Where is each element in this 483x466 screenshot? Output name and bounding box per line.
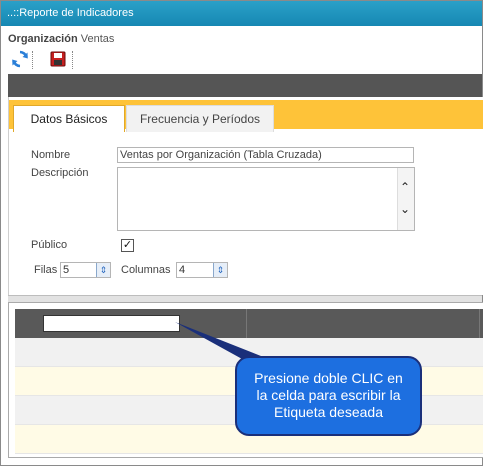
callout-line-1: Presione doble CLIC en xyxy=(254,370,403,386)
callout-line-3: Etiqueta deseada xyxy=(274,404,383,420)
instruction-callout: Presione doble CLIC en la celda para esc… xyxy=(235,356,422,436)
callout-line-2: la celda para escribir la xyxy=(256,387,401,403)
